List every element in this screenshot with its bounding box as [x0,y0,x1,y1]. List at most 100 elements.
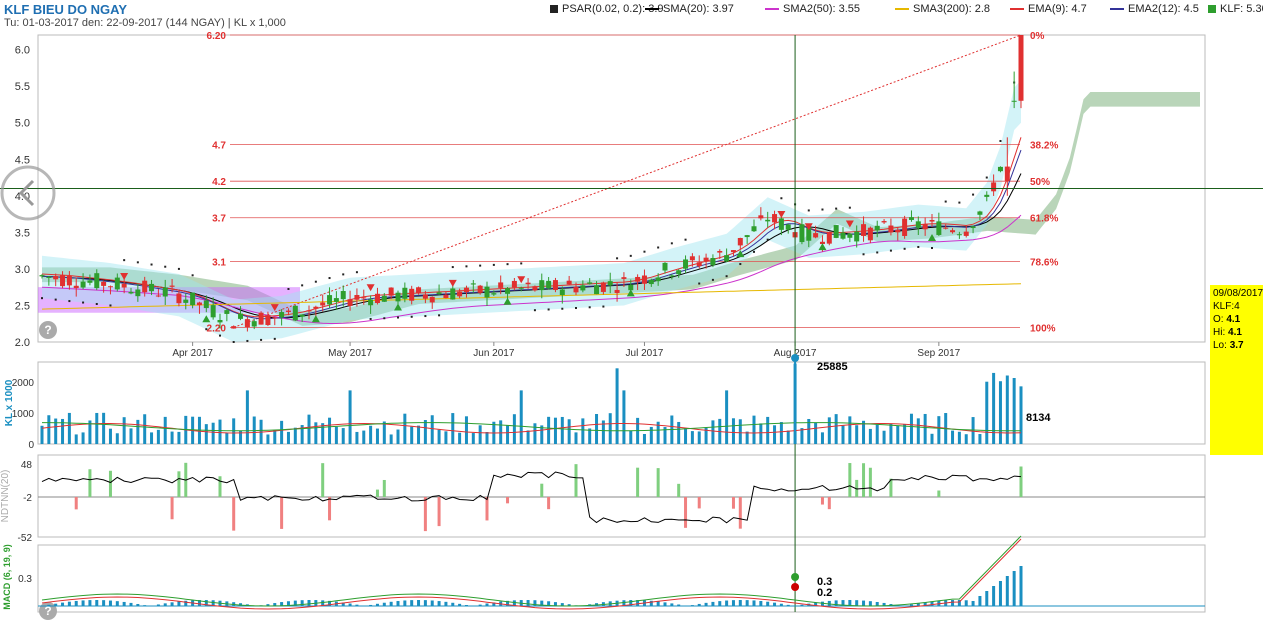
volume-bar [964,434,968,444]
macd-histogram-bar [437,601,441,606]
psar-dot [533,309,536,312]
volume-bar [280,420,284,444]
volume-bar [608,413,612,444]
macd-histogram-bar [697,603,701,606]
volume-bar [293,427,297,444]
macd-histogram-bar [998,581,1002,606]
volume-bar [526,430,530,444]
candle-body [662,262,668,271]
candle-body [388,287,394,296]
legend-item: SMA(20): 3.97 [645,3,734,15]
volume-bar [786,430,790,444]
oscillator-bar [547,497,551,510]
candle-body [149,283,155,292]
psar-dot [451,266,454,269]
candle-body [457,291,463,297]
volume-bar [588,428,592,444]
legend-item: EMA2(12): 4.5 [1110,3,1199,15]
tooltip-open-label: O: [1213,314,1224,325]
oscillator-bar [437,497,441,527]
volume-bar [649,426,653,444]
oscillator-bar [574,464,578,497]
candle-body [607,281,613,286]
candle-body [231,326,237,329]
macd-histogram-bar [766,601,770,606]
candle-body [635,276,641,282]
candle-body [833,225,839,238]
macd-histogram-bar [862,600,866,606]
volume-bar [875,424,879,444]
volume-bar [868,428,872,444]
volume-bar [286,431,290,444]
candle-body [847,233,853,238]
macd-histogram-bar [88,600,92,606]
volume-bar [355,431,359,444]
psar-dot [82,301,85,304]
psar-dot [547,308,550,311]
macd-histogram-bar [47,604,51,606]
volume-bar [410,426,414,444]
oscillator-bar [697,497,701,509]
volume-bar [485,432,489,444]
candle-body [361,297,367,299]
macd-histogram-bar [122,601,126,606]
volume-bar [519,390,523,444]
volume-bar [102,412,106,444]
psar-dot [972,193,975,196]
candle-body [416,287,422,294]
candle-body [799,224,805,243]
psar-dot [383,317,386,320]
psar-dot [246,339,249,342]
candle-body [190,292,196,306]
macd-histogram-bar [95,600,99,606]
volume-bar [95,412,99,444]
psar-dot [985,176,988,179]
volume-bar [170,431,174,444]
macd-histogram-bar [61,602,65,606]
volume-bar [766,416,770,444]
candle-body [895,229,901,233]
oscillator-bar [937,490,941,497]
candle-body [970,226,976,229]
volume-bar [697,431,701,444]
oscillator-axis-label: NDTNN(20) [0,470,11,523]
candle-body [813,233,819,238]
candle-body [477,285,483,293]
tooltip-high-label: Hi: [1213,327,1226,338]
macd-histogram-bar [129,602,133,606]
psar-dot [369,317,372,320]
volume-bar [136,419,140,444]
psar-dot [643,250,646,253]
candle-body [854,231,860,242]
candle-body [128,291,134,294]
macd-histogram-bar [300,600,304,606]
candle-body [1011,100,1017,102]
volume-bar [992,372,996,444]
volume-bar [834,414,838,444]
psar-dot [561,307,564,310]
candle-body [46,276,52,278]
volume-bar [745,431,749,444]
candle-body [826,231,832,244]
candle-body [539,280,545,291]
volume-bar [341,428,345,444]
psar-dot [465,265,468,268]
candle-body [669,275,675,277]
macd-histogram-bar [759,600,763,606]
tooltip-high: Hi: 4.1 [1213,326,1260,339]
volume-bar [855,425,859,444]
price-tick-label: 2.0 [15,337,30,349]
candle-body [491,293,497,295]
macd-histogram-bar [690,605,694,606]
volume-bar [430,415,434,444]
legend-label: KLF: 5.30 [1220,3,1263,15]
candle-body [299,314,305,317]
volume-bar [218,419,222,444]
volume-bar [711,420,715,444]
volume-bar [547,416,551,444]
legend-item: SMA3(200): 2.8 [895,3,990,15]
volume-bar [382,421,386,444]
volume-annotation: 8134 [1026,412,1051,424]
macd-histogram-bar [163,603,167,606]
volume-bar [451,413,455,444]
